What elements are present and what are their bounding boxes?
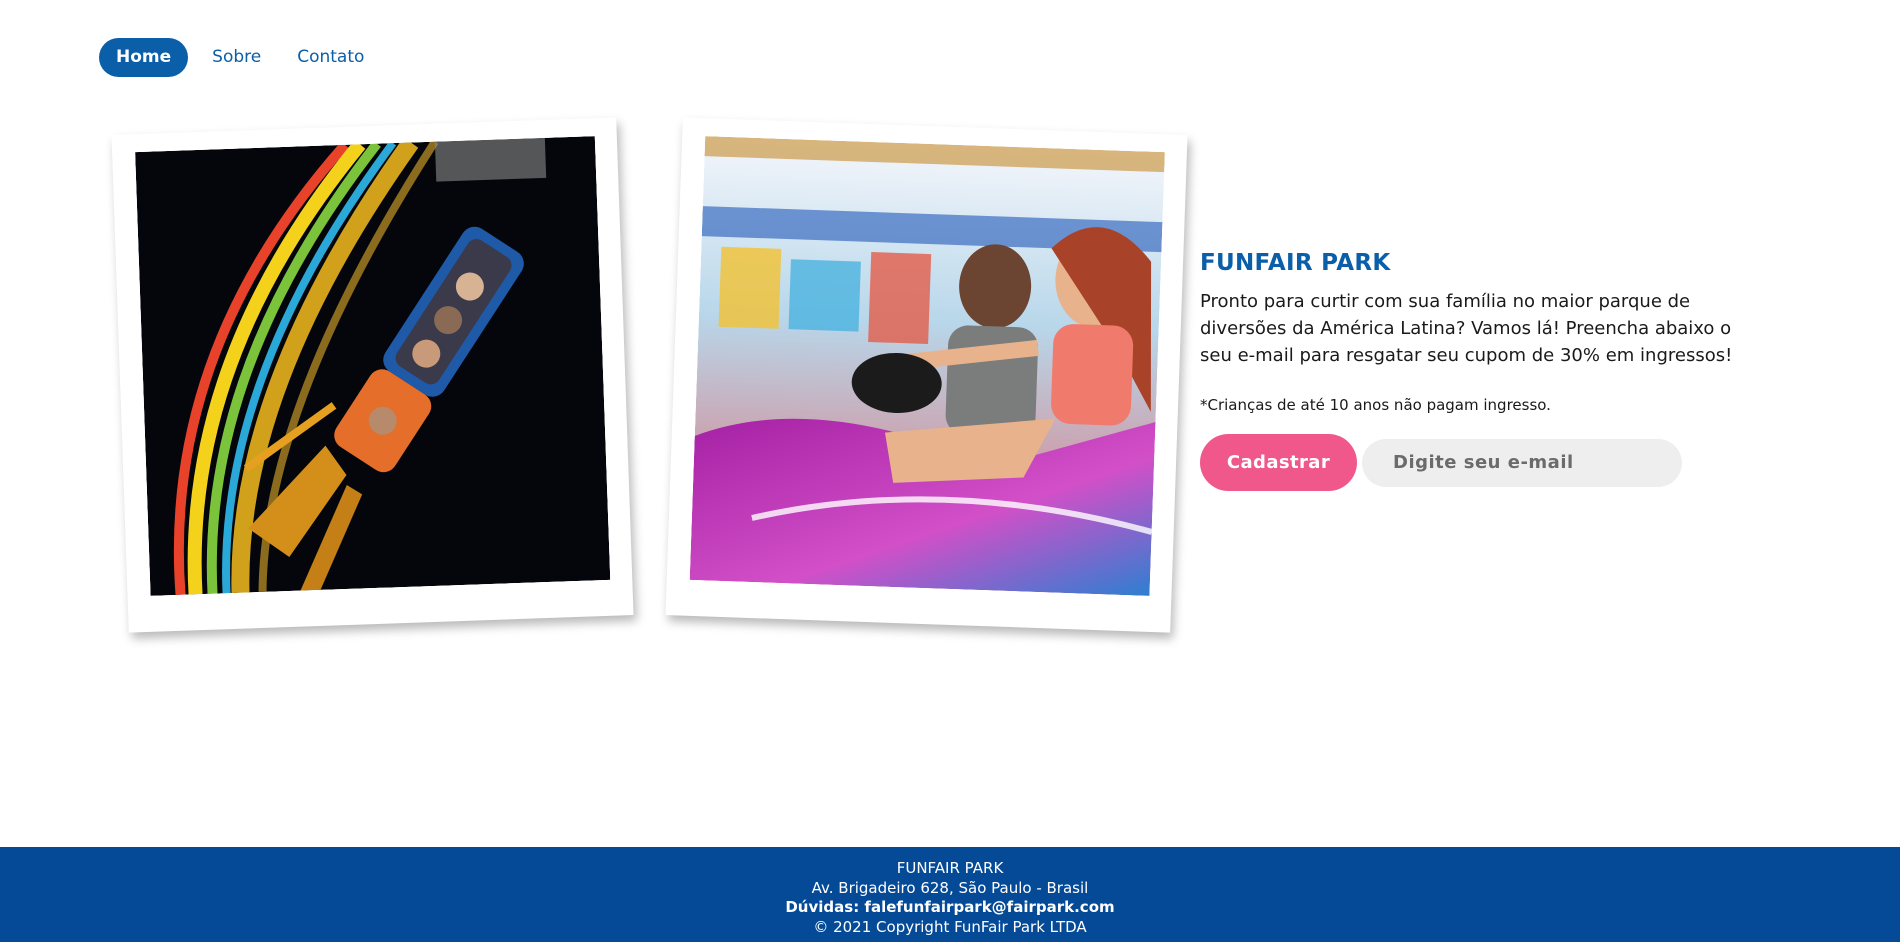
nav-contato-link[interactable]: Contato bbox=[279, 38, 382, 77]
children-free-note: *Crianças de até 10 anos não pagam ingre… bbox=[1200, 396, 1551, 414]
footer-company-name: FUNFAIR PARK bbox=[896, 859, 1004, 877]
cadastrar-button[interactable]: Cadastrar bbox=[1200, 434, 1357, 491]
footer: FUNFAIR PARK Av. Brigadeiro 628, São Pau… bbox=[0, 847, 1900, 942]
bumper-car-image bbox=[689, 136, 1165, 596]
email-input[interactable] bbox=[1362, 438, 1682, 487]
footer-contact-email: Dúvidas: falefunfairpark@fairpark.com bbox=[785, 898, 1115, 916]
promo-intro-text: Pronto para curtir com sua família no ma… bbox=[1200, 291, 1733, 366]
roller-coaster-image bbox=[135, 136, 611, 596]
photo-frame-roller-coaster bbox=[111, 117, 634, 633]
signup-form: Cadastrar bbox=[1200, 434, 1760, 491]
nav-home-link[interactable]: Home bbox=[99, 38, 189, 77]
photo-frame-bumper-car bbox=[665, 117, 1188, 633]
main-nav: Home Sobre Contato bbox=[99, 38, 382, 77]
promo-title: FUNFAIR PARK bbox=[1200, 250, 1391, 276]
footer-address: Av. Brigadeiro 628, São Paulo - Brasil bbox=[811, 878, 1089, 897]
nav-sobre-link[interactable]: Sobre bbox=[194, 38, 279, 77]
promo-section: FUNFAIR PARK Pronto para curtir com sua … bbox=[1200, 250, 1760, 491]
footer-copyright: © 2021 Copyright FunFair Park LTDA bbox=[813, 917, 1087, 936]
